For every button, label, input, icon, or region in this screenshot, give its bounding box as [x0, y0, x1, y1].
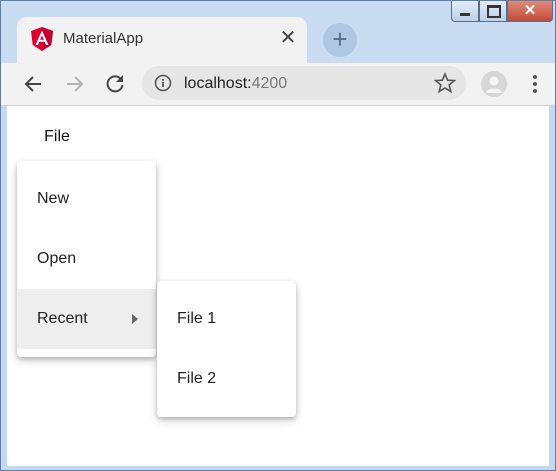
- browser-toolbar: localhost:4200: [1, 63, 555, 106]
- url-host: localhost:: [184, 75, 252, 92]
- browser-tab[interactable]: MaterialApp ✕: [17, 17, 307, 63]
- close-icon: ✕: [523, 2, 537, 19]
- submenu-item-file-1[interactable]: File 1: [157, 289, 296, 349]
- angular-logo-icon: [31, 27, 53, 51]
- minimize-icon: [460, 13, 470, 16]
- reload-icon[interactable]: [102, 71, 128, 97]
- tab-title: MaterialApp: [63, 30, 144, 47]
- forward-arrow-icon[interactable]: [61, 71, 87, 97]
- submenu-arrow-icon: [132, 314, 138, 324]
- submenu-item-label: File 2: [177, 370, 217, 387]
- close-window-button[interactable]: ✕: [507, 1, 553, 22]
- maximize-icon: [487, 5, 501, 18]
- page-content: File New Open Recent File 1 File 2: [7, 106, 549, 466]
- file-menu: New Open Recent: [17, 161, 156, 357]
- new-tab-button[interactable]: +: [323, 23, 357, 57]
- tab-strip: MaterialApp ✕ + ✕: [1, 1, 555, 63]
- minimize-button[interactable]: [451, 1, 479, 22]
- url-port: 4200: [251, 75, 288, 92]
- window-controls: ✕: [451, 1, 553, 23]
- info-icon[interactable]: [154, 74, 172, 92]
- menu-kebab-icon[interactable]: [528, 73, 542, 95]
- submenu-item-label: File 1: [177, 310, 217, 327]
- address-bar[interactable]: localhost:4200: [142, 66, 466, 100]
- menu-item-label: Open: [37, 250, 77, 267]
- menu-item-label: New: [37, 190, 70, 207]
- menu-item-recent[interactable]: Recent: [17, 289, 156, 349]
- tab-close-icon[interactable]: ✕: [275, 25, 301, 51]
- submenu-item-file-2[interactable]: File 2: [157, 349, 296, 409]
- star-icon[interactable]: [433, 71, 457, 94]
- menu-item-label: Recent: [37, 310, 88, 327]
- menu-item-new[interactable]: New: [17, 169, 156, 229]
- profile-icon[interactable]: [481, 71, 507, 97]
- url-text: localhost:4200: [184, 75, 287, 93]
- maximize-button[interactable]: [479, 1, 507, 22]
- back-arrow-icon[interactable]: [21, 71, 47, 97]
- browser-window: MaterialApp ✕ + ✕ localhost:4200 File Ne…: [0, 0, 556, 471]
- recent-submenu: File 1 File 2: [157, 281, 296, 417]
- file-menu-button[interactable]: File: [21, 116, 93, 156]
- menu-item-open[interactable]: Open: [17, 229, 156, 289]
